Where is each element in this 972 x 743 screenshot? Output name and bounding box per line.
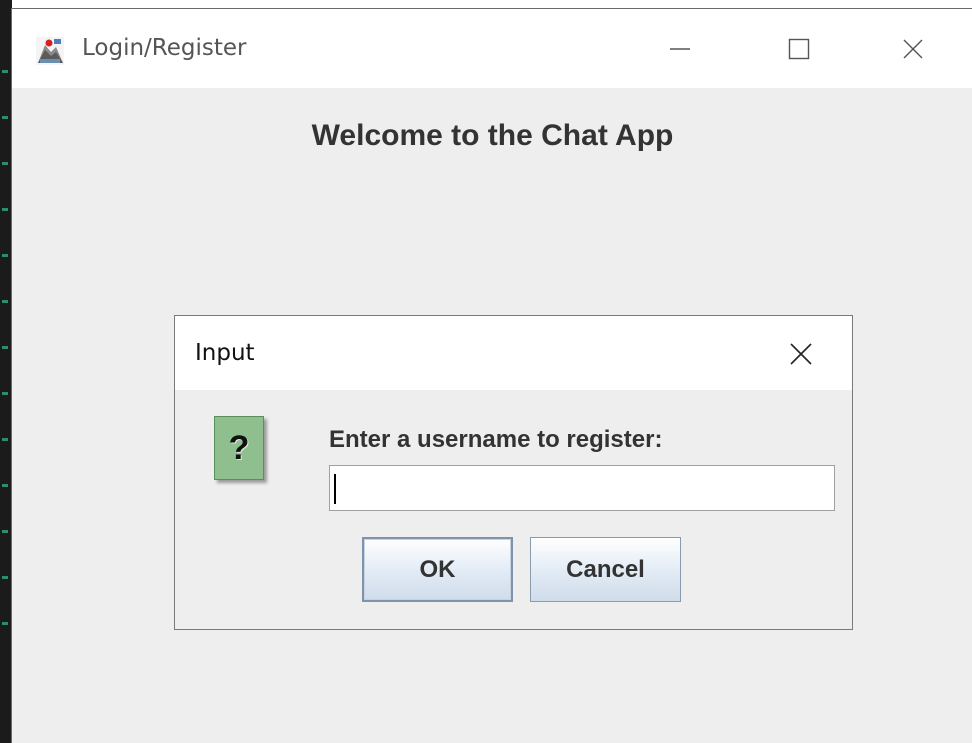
window-titlebar[interactable]: Login/Register — [12, 9, 972, 88]
text-cursor — [334, 474, 336, 504]
maximize-button[interactable] — [777, 31, 821, 67]
maximize-icon — [788, 38, 810, 60]
minimize-icon — [670, 48, 690, 50]
close-icon — [790, 343, 812, 365]
terminal-text-fragments — [2, 70, 8, 630]
username-input[interactable] — [329, 465, 835, 511]
question-icon: ? — [214, 416, 264, 480]
username-prompt-label: Enter a username to register: — [329, 426, 663, 453]
dialog-close-button[interactable] — [779, 334, 823, 374]
dialog-title: Input — [195, 340, 255, 366]
close-button[interactable] — [891, 31, 935, 67]
dialog-titlebar[interactable]: Input — [175, 316, 852, 390]
minimize-button[interactable] — [658, 31, 702, 67]
window-title: Login/Register — [82, 35, 247, 61]
cancel-button[interactable]: Cancel — [530, 537, 681, 602]
login-register-window: Login/Register Welcome to the Chat App I… — [11, 8, 972, 743]
input-dialog: Input ? Enter a username to register: OK… — [174, 315, 853, 630]
welcome-heading: Welcome to the Chat App — [311, 119, 674, 152]
ok-button[interactable]: OK — [362, 537, 513, 602]
java-app-icon — [36, 37, 64, 65]
close-icon — [903, 39, 923, 59]
